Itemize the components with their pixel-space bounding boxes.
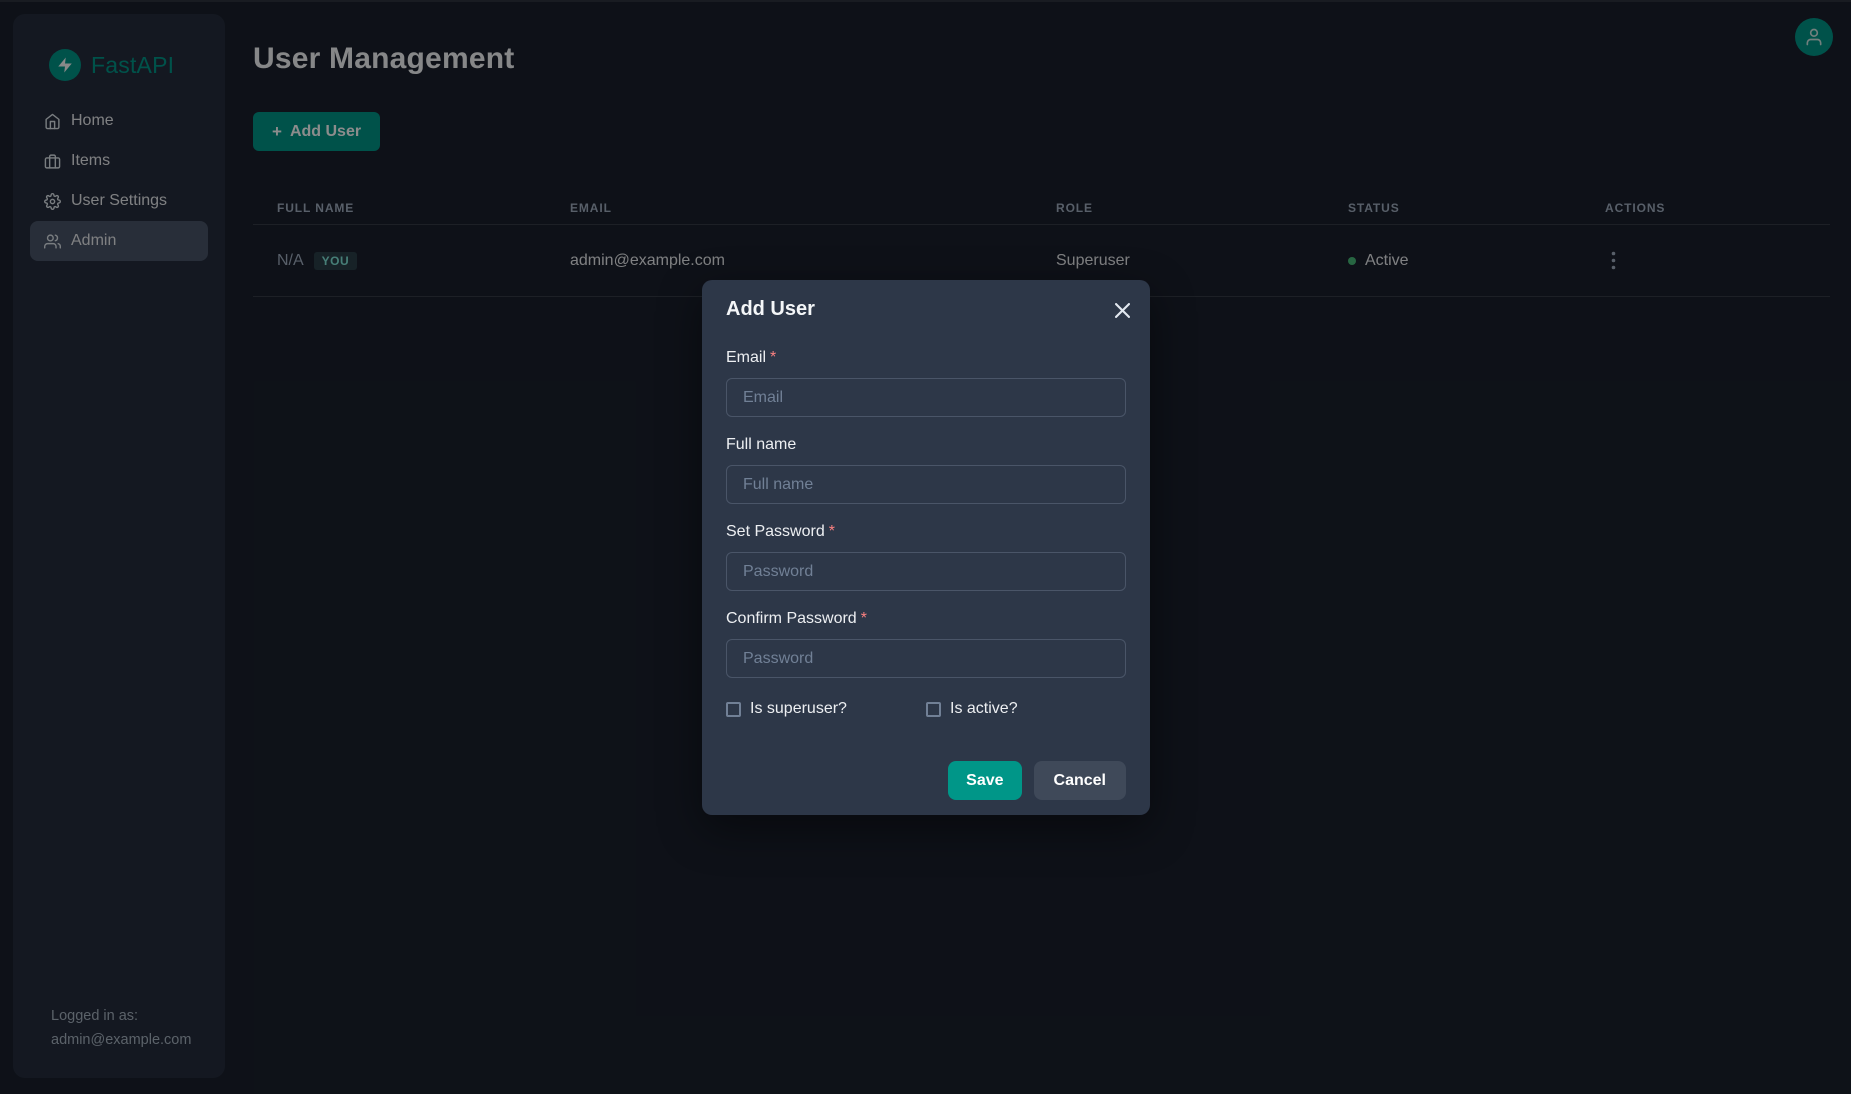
full-name-field-group: Full name (726, 434, 1126, 504)
full-name-label: Full name (726, 434, 1126, 456)
full-name-input[interactable] (726, 465, 1126, 504)
modal-close-button[interactable] (1106, 294, 1138, 326)
close-icon (1115, 303, 1130, 318)
checkbox-row: Is superuser? Is active? (726, 700, 1126, 718)
required-asterisk: * (829, 523, 835, 540)
checkbox-icon (726, 702, 741, 717)
modal-title: Add User (726, 297, 1126, 321)
email-input[interactable] (726, 378, 1126, 417)
add-user-modal: Add User Email* Full name Set Password* … (702, 280, 1150, 815)
is-superuser-label: Is superuser? (750, 700, 847, 718)
confirm-password-label: Confirm Password* (726, 608, 1126, 630)
checkbox-icon (926, 702, 941, 717)
is-superuser-checkbox[interactable]: Is superuser? (726, 700, 926, 718)
set-password-input[interactable] (726, 552, 1126, 591)
email-field-group: Email* (726, 347, 1126, 417)
set-password-field-group: Set Password* (726, 521, 1126, 591)
email-label: Email* (726, 347, 1126, 369)
modal-footer: Save Cancel (726, 761, 1126, 800)
required-asterisk: * (770, 349, 776, 366)
is-active-checkbox[interactable]: Is active? (926, 700, 1018, 718)
required-asterisk: * (861, 610, 867, 627)
cancel-button[interactable]: Cancel (1034, 761, 1126, 800)
save-button[interactable]: Save (948, 761, 1021, 800)
set-password-label: Set Password* (726, 521, 1126, 543)
confirm-password-input[interactable] (726, 639, 1126, 678)
is-active-label: Is active? (950, 700, 1018, 718)
confirm-password-field-group: Confirm Password* (726, 608, 1126, 678)
